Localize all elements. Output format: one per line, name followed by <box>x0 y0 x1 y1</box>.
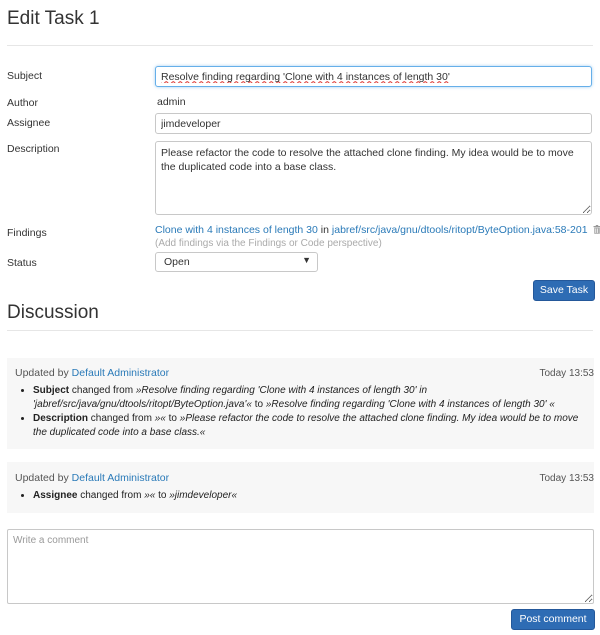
entry-user-link[interactable]: Default Administrator <box>72 472 169 484</box>
save-task-button[interactable]: Save Task <box>533 280 595 301</box>
change-to-word: to <box>158 490 167 501</box>
entry-prefix: Updated by <box>15 472 69 484</box>
change-to: »jimdeveloper« <box>169 490 238 501</box>
change-field: Assignee <box>33 490 78 501</box>
finding-in-text: in <box>320 224 329 236</box>
assignee-label: Assignee <box>7 117 51 129</box>
findings-line: Clone with 4 instances of length 30 in j… <box>155 224 600 237</box>
status-label: Status <box>7 257 37 269</box>
change-item: Description changed from »« to »Please r… <box>33 412 593 439</box>
assignee-input[interactable] <box>155 113 592 134</box>
entry-prefix: Updated by <box>15 367 69 379</box>
change-text: changed from <box>90 413 152 424</box>
page-title: Edit Task 1 <box>7 8 100 29</box>
entry-timestamp: Today 13:53 <box>539 473 595 484</box>
status-value: Open <box>164 256 190 268</box>
change-list: Assignee changed from »« to »jimdevelope… <box>18 489 593 504</box>
change-from: »« <box>154 413 166 424</box>
change-field: Subject <box>33 385 70 396</box>
description-textarea[interactable]: Please refactor the code to resolve the … <box>155 141 592 215</box>
change-text: changed from <box>80 490 142 501</box>
entry-header: Updated by Default Administrator <box>15 367 169 379</box>
subject-label: Subject <box>7 70 43 82</box>
discussion-title: Discussion <box>7 302 99 323</box>
status-select[interactable]: Open ▼ <box>155 252 318 272</box>
entry-header: Updated by Default Administrator <box>15 472 169 484</box>
description-label: Description <box>7 143 60 155</box>
discussion-entry <box>7 462 594 513</box>
change-item: Assignee changed from »« to »jimdevelope… <box>33 489 593 503</box>
change-from: »« <box>144 490 156 501</box>
change-to-word: to <box>254 398 264 410</box>
discussion-divider <box>7 330 593 331</box>
comment-textarea[interactable] <box>7 529 594 604</box>
post-comment-button[interactable]: Post comment <box>511 609 595 630</box>
change-field: Description <box>33 413 89 424</box>
finding-location-link[interactable]: jabref/src/java/gnu/dtools/ritopt/ByteOp… <box>332 224 588 236</box>
change-list: Subject changed from »Resolve finding re… <box>18 384 593 440</box>
change-text: changed from <box>71 385 134 396</box>
findings-label: Findings <box>7 227 47 239</box>
entry-timestamp: Today 13:53 <box>539 368 595 379</box>
finding-link[interactable]: Clone with 4 instances of length 30 <box>155 224 318 236</box>
author-label: Author <box>7 97 38 109</box>
change-to: »Resolve finding regarding 'Clone with 4… <box>265 398 555 410</box>
change-to-word: to <box>168 413 177 424</box>
subject-input[interactable] <box>155 66 592 87</box>
author-value: admin <box>157 96 186 108</box>
header-divider <box>7 45 593 46</box>
findings-hint: (Add findings via the Findings or Code p… <box>155 238 382 249</box>
change-item: Subject changed from »Resolve finding re… <box>33 384 593 411</box>
entry-user-link[interactable]: Default Administrator <box>72 367 169 379</box>
dropdown-arrow-icon: ▼ <box>302 255 311 265</box>
trash-icon[interactable] <box>593 225 600 237</box>
